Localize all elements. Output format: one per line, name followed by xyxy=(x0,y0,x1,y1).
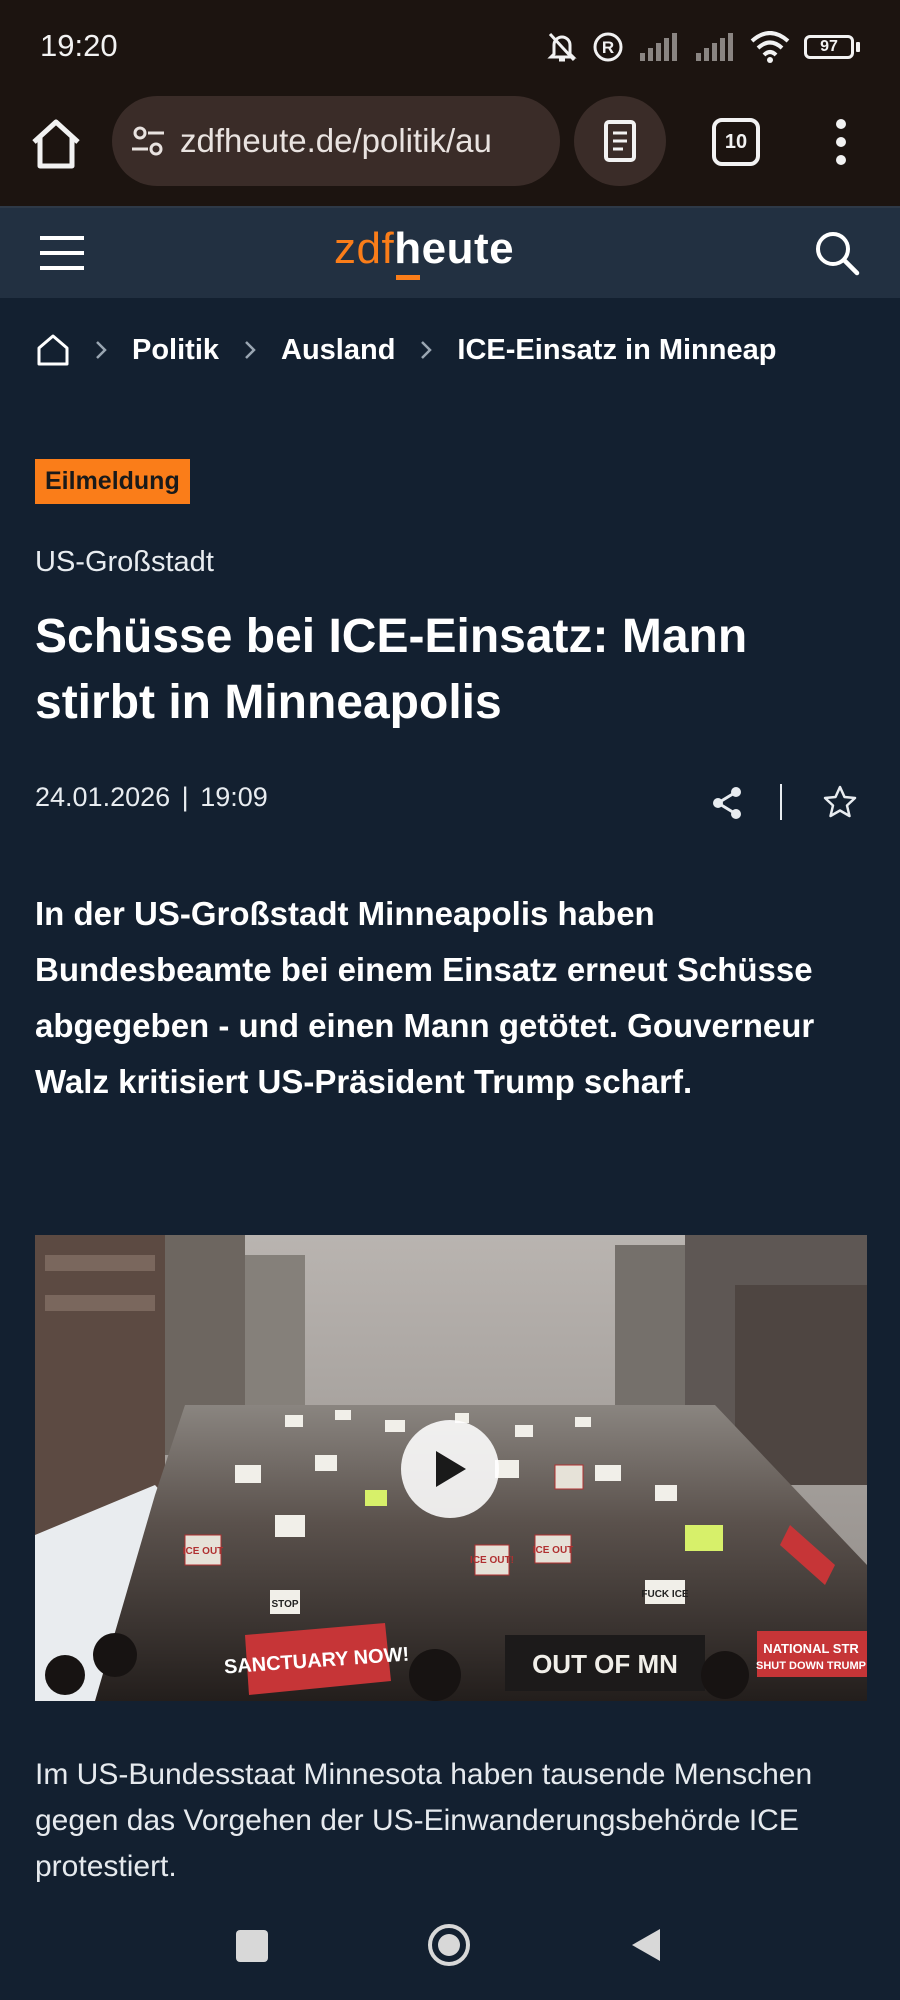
signal-icon xyxy=(696,33,733,61)
registered-icon: R xyxy=(593,32,623,62)
browser-toolbar: zdfheute.de/politik/au 10 xyxy=(0,96,900,208)
breadcrumb-item-current: ICE-Einsatz in Minneap xyxy=(457,333,777,366)
svg-text:OUT OF MN: OUT OF MN xyxy=(532,1649,678,1679)
article-kicker: US-Großstadt xyxy=(35,546,214,578)
breadcrumb-item-ausland[interactable]: Ausland xyxy=(281,334,395,367)
battery-level: 97 xyxy=(820,38,838,55)
tabs-icon[interactable]: 10 xyxy=(712,118,760,166)
article-headline: Schüsse bei ICE-Einsatz: Mann stirbt in … xyxy=(35,610,748,729)
search-icon[interactable] xyxy=(814,230,860,276)
recents-icon[interactable] xyxy=(236,1930,268,1962)
logo-heute-rest: eute xyxy=(421,224,515,273)
battery-icon: 97 xyxy=(804,35,860,59)
home-icon[interactable] xyxy=(28,116,84,172)
status-time: 19:20 xyxy=(40,28,118,63)
reader-mode-button[interactable] xyxy=(574,96,666,186)
action-divider xyxy=(780,784,782,820)
article-date: 24.01.2026 xyxy=(35,782,171,812)
home-icon[interactable] xyxy=(36,333,70,367)
system-navigation-bar xyxy=(0,1900,900,2000)
article-time: 19:09 xyxy=(200,782,268,812)
breaking-news-badge: Eilmeldung xyxy=(35,459,190,504)
image-caption: Im US-Bundesstaat Minnesota haben tausen… xyxy=(35,1758,813,1883)
svg-text:ICE OUT!: ICE OUT! xyxy=(470,1555,514,1566)
signal-icon xyxy=(640,33,677,61)
svg-text:NATIONAL STR: NATIONAL STR xyxy=(763,1641,859,1656)
status-icons: R 97 xyxy=(546,30,860,64)
wifi-icon xyxy=(750,31,790,63)
svg-text:R: R xyxy=(602,38,614,57)
svg-text:ICE OUT: ICE OUT xyxy=(533,1545,574,1556)
article-lead: In der US-Großstadt Minneapolis haben Bu… xyxy=(35,895,815,1100)
site-header: zdfheute xyxy=(0,208,900,298)
bell-muted-icon xyxy=(547,32,577,62)
url-text[interactable]: zdfheute.de/politik/au xyxy=(180,122,492,160)
tab-count: 10 xyxy=(724,130,748,153)
chevron-right-icon xyxy=(96,341,107,359)
play-icon xyxy=(436,1451,466,1487)
status-bar: 19:20 R 97 xyxy=(0,0,900,96)
play-button[interactable] xyxy=(401,1420,499,1518)
breadcrumb-item-politik[interactable]: Politik xyxy=(132,334,219,367)
svg-text:SHUT DOWN TRUMP: SHUT DOWN TRUMP xyxy=(756,1660,866,1672)
share-icon[interactable] xyxy=(710,786,744,820)
svg-text:FUCK ICE: FUCK ICE xyxy=(641,1589,689,1600)
home-circle-icon[interactable] xyxy=(426,1922,472,1968)
article-dateline: 24.01.2026 | 19:09 xyxy=(35,782,268,813)
site-settings-icon[interactable] xyxy=(128,121,168,161)
svg-text:ICE OUT: ICE OUT xyxy=(183,1546,224,1557)
breadcrumb: Politik Ausland ICE-Einsatz in Minneap xyxy=(0,300,900,400)
svg-text:STOP: STOP xyxy=(271,1599,298,1610)
hamburger-menu-icon[interactable] xyxy=(40,234,84,272)
zdfheute-logo[interactable]: zdfheute xyxy=(334,224,515,280)
logo-zdf: zdf xyxy=(334,224,395,273)
back-icon[interactable] xyxy=(628,1926,662,1964)
bookmark-star-icon[interactable] xyxy=(822,784,858,820)
chevron-right-icon xyxy=(421,341,433,359)
reader-mode-icon xyxy=(604,120,636,162)
chevron-right-icon xyxy=(245,341,256,359)
article-video-thumbnail[interactable]: ICE OUT ICE OUT! ICE OUT FUCK ICE STOP S… xyxy=(35,1235,867,1701)
more-vert-icon[interactable] xyxy=(826,114,856,170)
address-bar[interactable]: zdfheute.de/politik/au xyxy=(112,96,560,186)
date-separator: | xyxy=(181,782,189,812)
logo-h: h xyxy=(394,224,422,280)
